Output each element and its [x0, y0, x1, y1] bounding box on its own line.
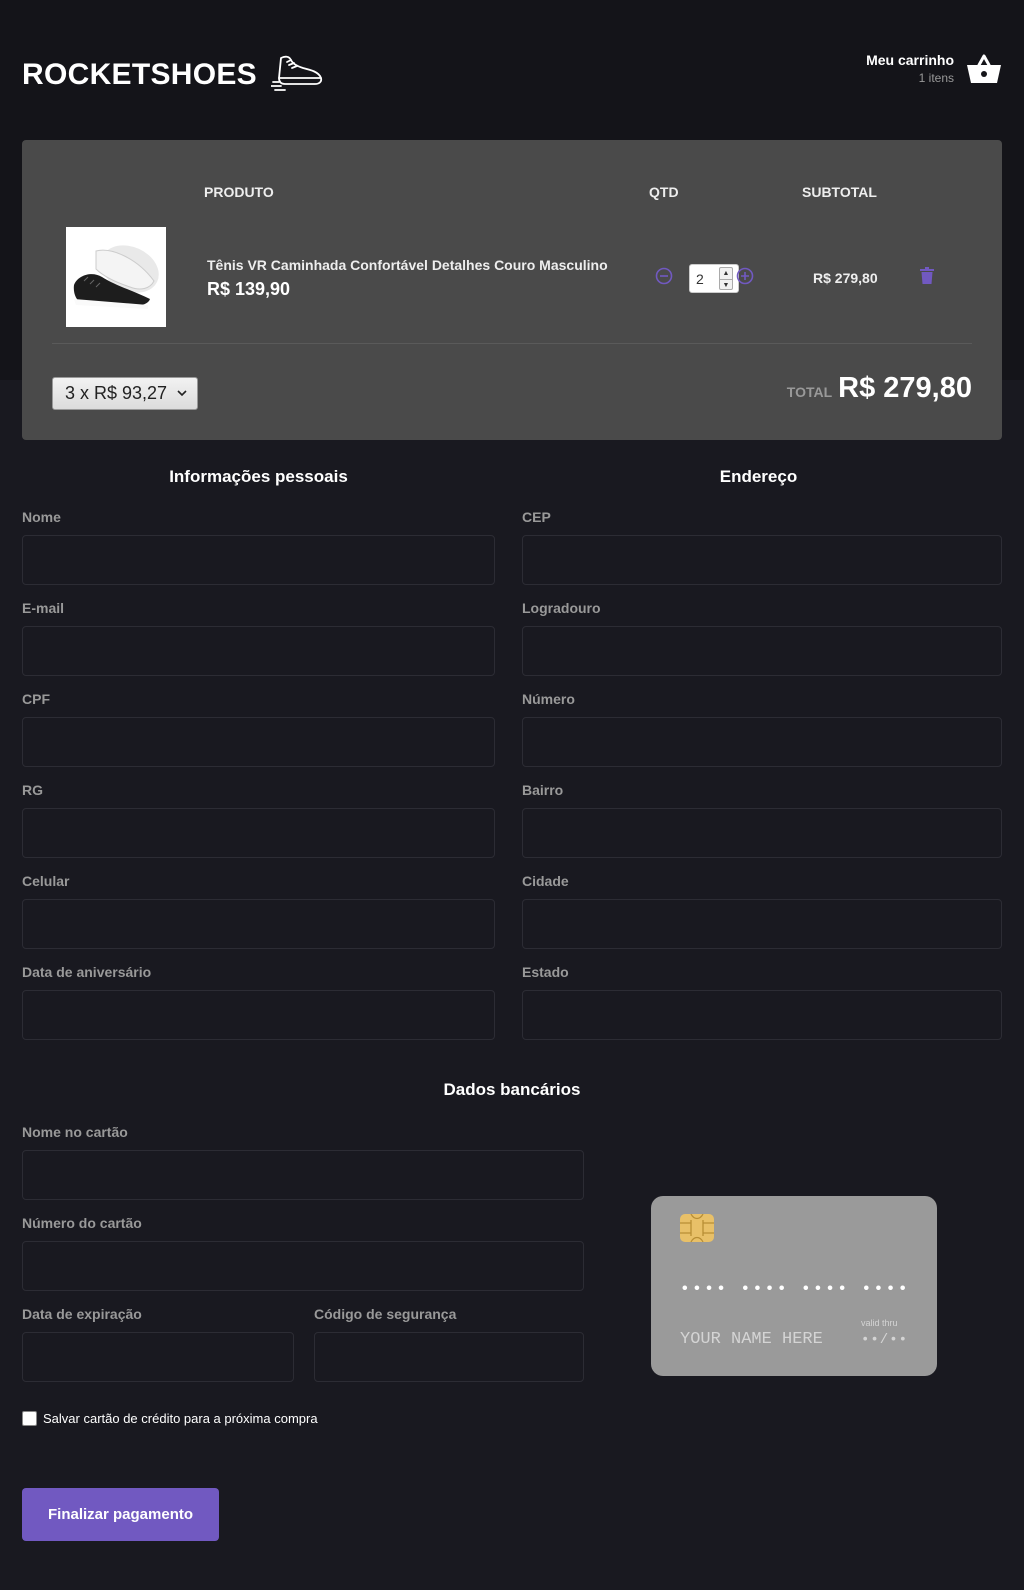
card-number-label: Número do cartão — [22, 1215, 142, 1231]
phone-field[interactable] — [22, 899, 495, 949]
neighborhood-field[interactable] — [522, 808, 1002, 858]
state-field[interactable] — [522, 990, 1002, 1040]
security-code-label: Código de segurança — [314, 1306, 457, 1322]
installments-value: 3 x R$ 93,27 — [65, 383, 168, 403]
minus-circle-icon[interactable] — [655, 267, 673, 285]
city-field[interactable] — [522, 899, 1002, 949]
city-label: Cidade — [522, 873, 569, 889]
birthday-label: Data de aniversário — [22, 964, 152, 980]
cart-link[interactable]: Meu carrinho 1 itens — [866, 52, 1002, 85]
shopping-basket-icon — [967, 54, 1001, 83]
security-code-field[interactable] — [314, 1332, 584, 1382]
finalize-payment-button[interactable]: Finalizar pagamento — [22, 1488, 219, 1541]
cart-count: 1 itens — [918, 71, 954, 85]
personal-info-title: Informações pessoais — [169, 467, 348, 486]
card-chip-icon — [680, 1214, 714, 1242]
trash-icon[interactable] — [920, 267, 934, 284]
installments-select[interactable]: 3 x R$ 93,27 — [52, 377, 198, 410]
divider — [52, 343, 972, 344]
chevron-down-icon — [177, 390, 187, 397]
column-header-product: PRODUTO — [204, 184, 274, 200]
chevron-up-icon[interactable]: ▲ — [720, 268, 732, 280]
address-title: Endereço — [719, 467, 798, 486]
bank-data-title: Dados bancários — [443, 1080, 581, 1099]
total-value: R$ 279,80 — [838, 372, 972, 404]
logo-text: ROCKETSHOES — [22, 58, 257, 91]
card-name-label: Nome no cartão — [22, 1124, 128, 1140]
column-header-qty: QTD — [649, 184, 679, 200]
quantity-stepper[interactable]: ▲ ▼ — [719, 267, 733, 290]
sneaker-icon — [271, 55, 323, 91]
save-card-checkbox[interactable] — [22, 1411, 37, 1426]
card-name-field[interactable] — [22, 1150, 584, 1200]
card-expiration-preview: ••/•• — [861, 1332, 909, 1348]
cart-text: Meu carrinho 1 itens — [866, 52, 954, 85]
name-field[interactable] — [22, 535, 495, 585]
card-number-field[interactable] — [22, 1241, 584, 1291]
phone-label: Celular — [22, 873, 70, 889]
plus-circle-icon[interactable] — [736, 267, 754, 285]
chevron-down-icon[interactable]: ▼ — [720, 280, 732, 291]
card-name-preview: YOUR NAME HERE — [680, 1330, 823, 1349]
product-image — [66, 227, 166, 327]
street-label: Logradouro — [522, 600, 601, 616]
logo[interactable]: ROCKETSHOES — [22, 55, 325, 92]
valid-thru-label: valid thru — [861, 1318, 898, 1328]
neighborhood-label: Bairro — [522, 782, 564, 798]
expiration-label: Data de expiração — [22, 1306, 142, 1322]
cpf-label: CPF — [22, 691, 50, 707]
name-label: Nome — [22, 509, 61, 525]
cep-field[interactable] — [522, 535, 1002, 585]
item-subtotal: R$ 279,80 — [813, 270, 878, 286]
cart-title: Meu carrinho — [866, 52, 954, 68]
rg-field[interactable] — [22, 808, 495, 858]
column-header-subtotal: SUBTOTAL — [802, 184, 877, 200]
total-label: TOTAL — [786, 384, 833, 400]
number-field[interactable] — [522, 717, 1002, 767]
product-title: Tênis VR Caminhada Confortável Detalhes … — [207, 257, 608, 273]
rg-label: RG — [22, 782, 43, 798]
cart-panel: PRODUTO QTD SUBTOTAL Tênis VR Caminhada … — [22, 140, 1002, 440]
credit-card-preview: •••• •••• •••• •••• YOUR NAME HERE valid… — [651, 1196, 937, 1376]
cep-label: CEP — [522, 509, 551, 525]
email-label: E-mail — [22, 600, 65, 616]
state-label: Estado — [522, 964, 569, 980]
birthday-field[interactable] — [22, 990, 495, 1040]
save-card-label[interactable]: Salvar cartão de crédito para a próxima … — [43, 1411, 318, 1426]
header: ROCKETSHOES Meu carrinho 1 itens — [22, 0, 1002, 138]
cpf-field[interactable] — [22, 717, 495, 767]
expiration-field[interactable] — [22, 1332, 294, 1382]
total: TOTAL R$ 279,80 — [787, 372, 972, 405]
card-number-preview: •••• •••• •••• •••• — [680, 1280, 910, 1298]
number-label: Número — [522, 691, 575, 707]
street-field[interactable] — [522, 626, 1002, 676]
product-price: R$ 139,90 — [207, 279, 291, 299]
email-field[interactable] — [22, 626, 495, 676]
